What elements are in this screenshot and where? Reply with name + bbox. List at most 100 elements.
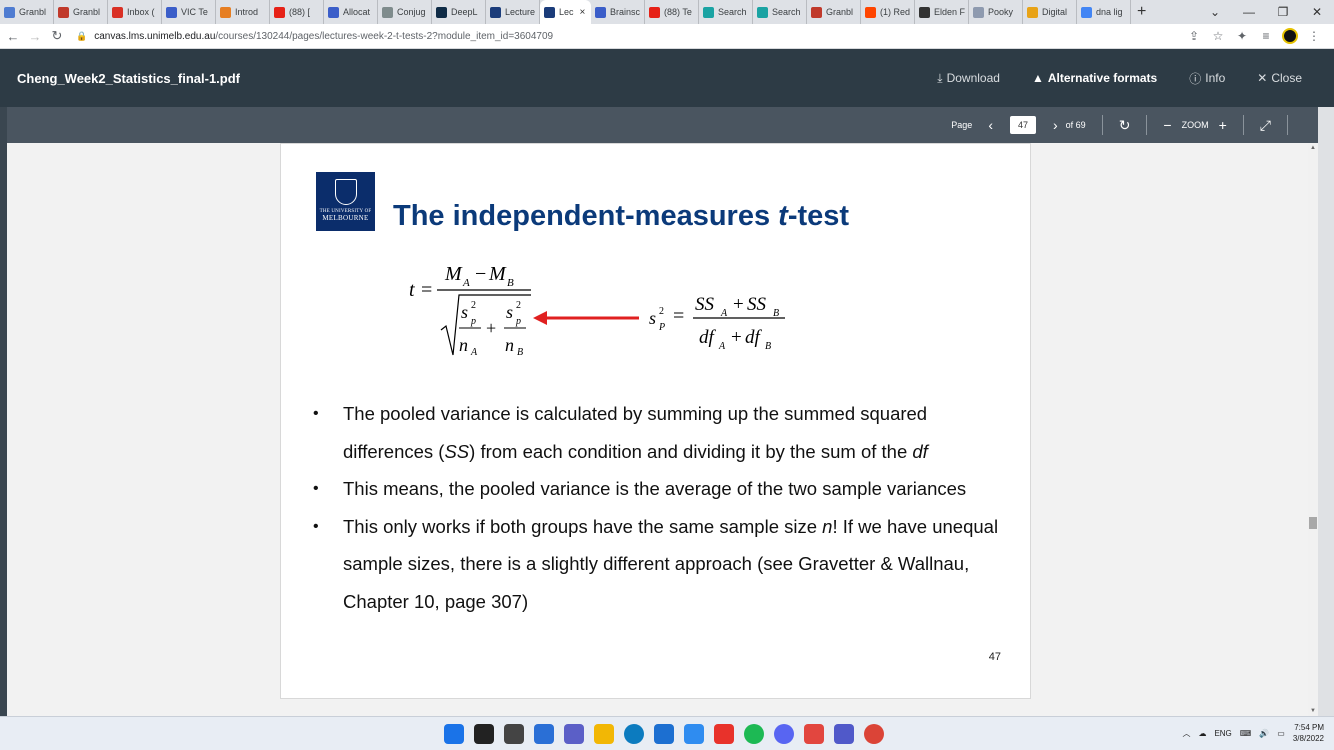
close-icon: ✕ <box>1257 71 1268 85</box>
browser-tab[interactable]: (88) [ <box>270 0 324 24</box>
back-button[interactable]: ← <box>4 29 22 44</box>
discord-icon[interactable] <box>774 724 794 744</box>
scroll-up-icon[interactable]: ▲ <box>1310 145 1316 151</box>
tab-label: Search <box>718 7 747 17</box>
teams-icon[interactable] <box>834 724 854 744</box>
formula-dfa: df <box>699 327 717 348</box>
formula-ssb-sub: B <box>773 308 779 319</box>
profile-avatar[interactable] <box>1282 28 1298 44</box>
browser-tab[interactable]: Lec × <box>540 0 591 24</box>
rotate-icon[interactable]: ↻ <box>1119 117 1131 134</box>
bullet-item: This means, the pooled variance is the a… <box>313 470 1013 508</box>
close-viewer-button[interactable]: ✕ Close <box>1257 71 1302 85</box>
clock[interactable]: 7:54 PM 3/8/2022 <box>1293 722 1324 744</box>
battery-icon[interactable]: ▭ <box>1277 729 1285 738</box>
browser-tab[interactable]: Elden F <box>915 0 969 24</box>
tab-label: Elden F <box>934 7 966 17</box>
browser-tab[interactable]: VIC Te <box>162 0 216 24</box>
browser-tab[interactable]: Granbl <box>54 0 108 24</box>
browser-tab[interactable]: dna lig <box>1077 0 1131 24</box>
browser-tab[interactable]: Search <box>753 0 807 24</box>
browser-tab[interactable]: DeepL <box>432 0 486 24</box>
document-area[interactable]: THE UNIVERSITY OF MELBOURNE The independ… <box>7 143 1318 716</box>
alternative-formats-label: Alternative formats <box>1047 71 1158 85</box>
tab-label: DeepL <box>451 7 478 17</box>
language-indicator[interactable]: ENG <box>1214 729 1231 738</box>
explorer-icon[interactable] <box>594 724 614 744</box>
info-button[interactable]: ⓘ Info <box>1189 70 1225 87</box>
widgets-icon[interactable] <box>534 724 554 744</box>
close-window-button[interactable]: ✕ <box>1300 5 1334 19</box>
prev-page-button[interactable]: ‹ <box>988 117 993 133</box>
browser-tab[interactable]: Granbl <box>807 0 861 24</box>
chat-icon[interactable] <box>564 724 584 744</box>
alternative-formats-icon: ▲ <box>1031 71 1044 85</box>
browser-tab[interactable]: (88) Te <box>645 0 699 24</box>
close-label: Close <box>1271 71 1302 85</box>
bookmark-star-icon[interactable]: ☆ <box>1206 29 1230 43</box>
tab-favicon-icon <box>811 6 822 18</box>
app-b-icon[interactable] <box>714 724 734 744</box>
search-icon[interactable] <box>474 724 494 744</box>
document-scrollbar[interactable]: ▲ ▼ <box>1308 143 1318 716</box>
reading-list-icon[interactable]: ≡ <box>1254 29 1278 43</box>
network-icon[interactable]: ⌨ <box>1240 729 1252 738</box>
browser-tab[interactable]: Conjug <box>378 0 432 24</box>
browser-tab[interactable]: Allocat <box>324 0 378 24</box>
total-pages: of 69 <box>1065 120 1086 130</box>
start-icon[interactable] <box>444 724 464 744</box>
clock-time: 7:54 PM <box>1294 723 1324 732</box>
volume-icon[interactable]: 🔊 <box>1259 729 1269 738</box>
browser-tab[interactable]: Granbl <box>0 0 54 24</box>
tab-search-button[interactable]: ⌄ <box>1198 5 1232 19</box>
weather-icon[interactable]: ☁ <box>1198 729 1206 738</box>
extensions-icon[interactable]: ✦ <box>1230 29 1254 43</box>
tab-label: Inbox ( <box>127 7 155 17</box>
menu-kebab-icon[interactable]: ⋮ <box>1302 29 1326 43</box>
browser-tab[interactable]: Digital <box>1023 0 1077 24</box>
formula-sq1: 2 <box>471 300 476 311</box>
url-bar[interactable]: 🔒 canvas.lms.unimelb.edu.au/courses/1302… <box>76 27 1182 46</box>
zoom-in-button[interactable]: + <box>1219 117 1227 133</box>
reload-button[interactable]: ↻ <box>48 28 66 44</box>
zoom-out-button[interactable]: − <box>1163 117 1171 133</box>
browser-tab[interactable]: Brainsc <box>591 0 645 24</box>
browser-tab[interactable]: Lecture <box>486 0 540 24</box>
tray-chevron-icon[interactable]: ︿ <box>1182 728 1190 739</box>
pdf-toolbar: Page ‹ 47 › of 69 ↻ − ZOOM + ⤢ <box>0 107 1334 143</box>
right-edge-panel <box>1318 107 1334 716</box>
new-tab-button[interactable]: + <box>1131 3 1152 21</box>
next-page-button[interactable]: › <box>1053 117 1058 133</box>
formula-plus: + <box>486 318 496 338</box>
share-icon[interactable]: ⇪ <box>1182 29 1206 43</box>
taskview-icon[interactable] <box>504 724 524 744</box>
chrome-icon[interactable] <box>864 724 884 744</box>
address-bar-row: ← → ↻ 🔒 canvas.lms.unimelb.edu.au/course… <box>0 24 1334 49</box>
app-a-icon[interactable] <box>684 724 704 744</box>
fullscreen-icon[interactable]: ⤢ <box>1260 117 1271 134</box>
store-icon[interactable] <box>654 724 674 744</box>
formula-nb-sub: B <box>517 347 523 358</box>
browser-tab[interactable]: Pooky <box>969 0 1023 24</box>
browser-tab[interactable]: (1) Red <box>861 0 915 24</box>
restore-button[interactable]: ❐ <box>1266 5 1300 19</box>
browser-tab[interactable]: Introd <box>216 0 270 24</box>
tab-favicon-icon <box>382 6 393 18</box>
pdf-filename: Cheng_Week2_Statistics_final-1.pdf <box>17 70 240 86</box>
app-c-icon[interactable] <box>804 724 824 744</box>
close-tab-icon[interactable]: × <box>580 7 586 18</box>
browser-tab[interactable]: Search <box>699 0 753 24</box>
tab-label: dna lig <box>1096 7 1123 17</box>
forward-button[interactable]: → <box>26 29 44 44</box>
browser-tab[interactable]: Inbox ( <box>108 0 162 24</box>
scrollbar-thumb[interactable] <box>1309 517 1317 529</box>
bullet-text: This only works if both groups have the … <box>343 515 823 537</box>
tab-favicon-icon <box>595 6 606 18</box>
scroll-down-icon[interactable]: ▼ <box>1310 708 1316 714</box>
minimize-button[interactable]: — <box>1232 5 1266 19</box>
spotify-icon[interactable] <box>744 724 764 744</box>
edge-icon[interactable] <box>624 724 644 744</box>
alternative-formats-button[interactable]: ▲ Alternative formats <box>1032 71 1157 85</box>
page-number-input[interactable]: 47 <box>1009 116 1036 134</box>
download-button[interactable]: ⤓ Download <box>937 71 1000 86</box>
